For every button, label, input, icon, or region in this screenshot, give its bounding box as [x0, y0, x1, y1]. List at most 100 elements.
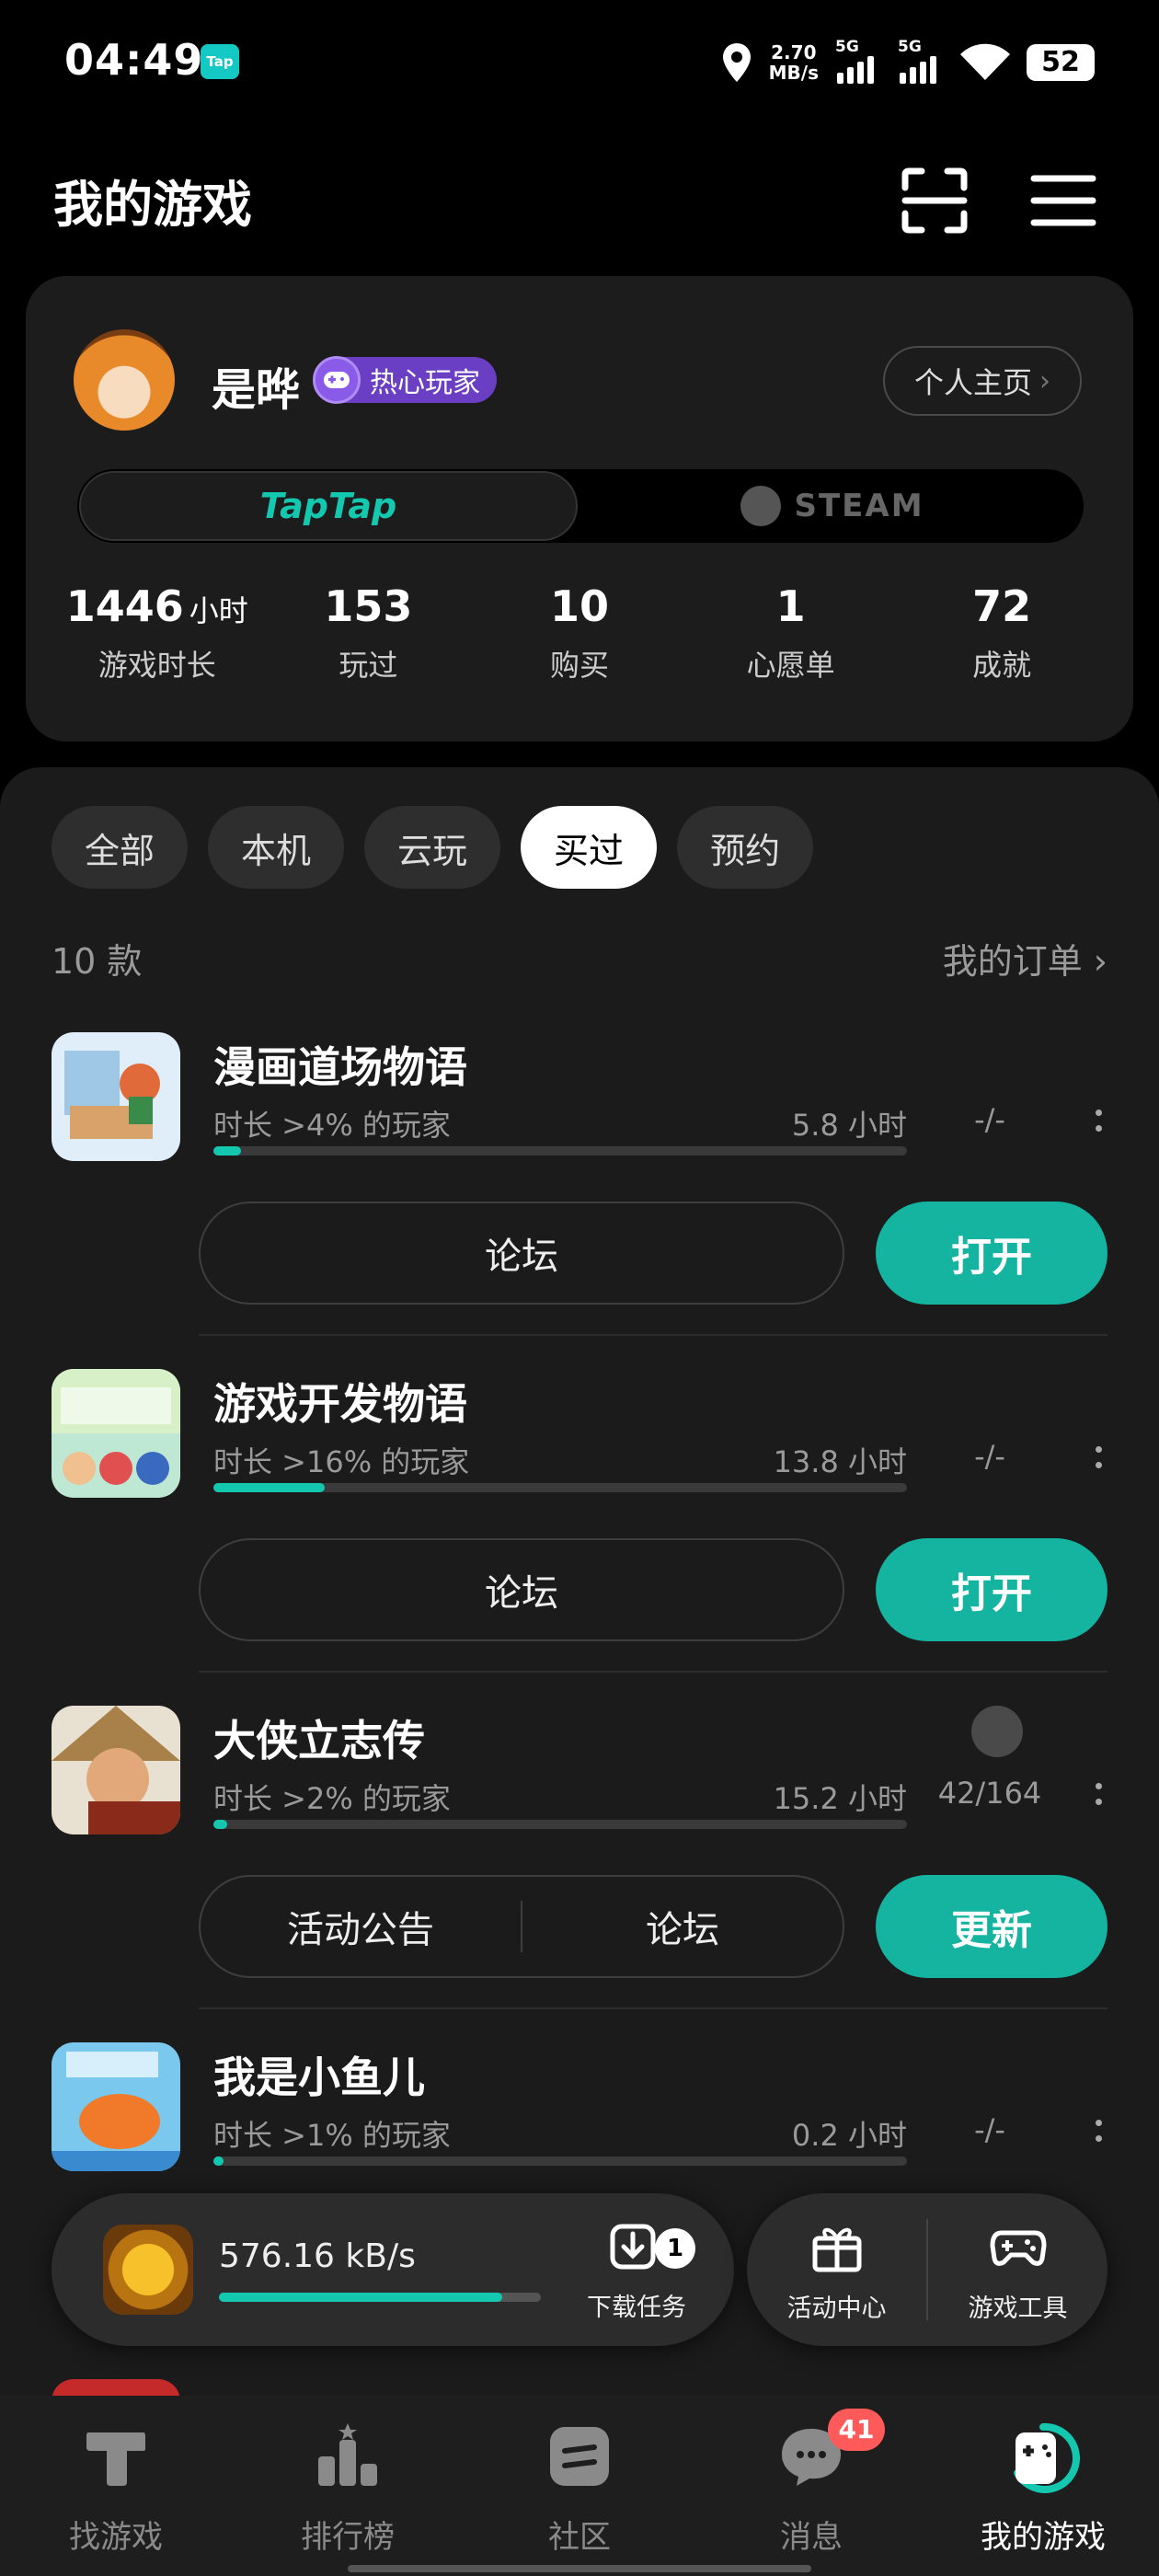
platform-tab-steam[interactable]: STEAM — [581, 469, 1084, 543]
secondary-actions: 活动公告 论坛 — [199, 1875, 844, 1978]
network-speed: 2.70 MB/s — [768, 41, 819, 84]
playtime-hours: 15.2 小时 — [773, 1781, 907, 1816]
achievement-count: -/- — [974, 1102, 1005, 1137]
menu-icon[interactable] — [1028, 166, 1098, 236]
platform-tab-taptap[interactable]: TapTap — [79, 471, 578, 541]
tools-floating-bar: 活动中心 游戏工具 — [747, 2193, 1107, 2346]
playtime-rank: 时长 >16% 的玩家 — [213, 1444, 470, 1479]
divider — [199, 2007, 1107, 2009]
downloading-game-icon — [103, 2225, 193, 2315]
playtime-progress-bar — [213, 2156, 907, 2166]
game-icon[interactable] — [52, 1369, 180, 1498]
user-level-badge[interactable]: 热心玩家 — [313, 356, 497, 404]
trophy-icon — [971, 1706, 1023, 1757]
game-title: 游戏开发物语 — [213, 1379, 467, 1429]
gamepad-icon — [990, 2230, 1046, 2266]
wifi-icon — [960, 43, 1010, 80]
platform-switch: TapTap STEAM — [77, 469, 1084, 543]
gift-icon — [812, 2227, 861, 2271]
avatar[interactable] — [74, 329, 175, 431]
profile-home-button[interactable]: 个人主页 › — [883, 346, 1082, 416]
achievement-count[interactable]: 42/164 — [925, 1776, 1054, 1811]
more-options-icon[interactable] — [1089, 1776, 1107, 1812]
profile-card: 是晔 热心玩家 个人主页 › TapTap STEAM 1446 小时 游戏时长 … — [26, 276, 1133, 742]
divider — [199, 1334, 1107, 1336]
nav-my-games[interactable]: 我的游戏 — [927, 2396, 1159, 2576]
stat-purchased[interactable]: 10 购买 — [474, 581, 685, 684]
game-icon[interactable] — [52, 2042, 180, 2171]
game-tools-button[interactable]: 游戏工具 — [928, 2216, 1107, 2324]
playtime-rank: 时长 >4% 的玩家 — [213, 1108, 451, 1143]
chevron-right-icon: › — [1039, 364, 1050, 397]
username: 是晔 — [212, 364, 301, 416]
filter-tabs: 全部 本机 云玩 买过 预约 — [52, 806, 814, 889]
stat-playtime[interactable]: 1446 小时 游戏时长 — [52, 581, 263, 684]
steam-logo-icon — [740, 486, 782, 526]
download-tasks-button[interactable]: 1 下载任务 — [563, 2215, 710, 2323]
achievement-count: -/- — [974, 2112, 1005, 2147]
stat-played[interactable]: 153 玩过 — [263, 581, 475, 684]
game-title: 我是小鱼儿 — [213, 2053, 425, 2102]
achievement-count: -/- — [974, 1439, 1005, 1474]
signal-5g-2-icon: 5G — [898, 38, 944, 84]
location-icon — [722, 43, 751, 82]
game-item[interactable]: 大侠立志传 时长 >2% 的玩家 15.2 小时 42/164 活动公告 论坛 … — [52, 1706, 1107, 2042]
playtime-progress-bar — [213, 1146, 907, 1156]
more-options-icon[interactable] — [1089, 1439, 1107, 1476]
message-count-badge: 41 — [828, 2409, 885, 2451]
stat-achievements[interactable]: 72 成就 — [896, 581, 1107, 684]
nav-messages[interactable]: 41 消息 — [695, 2396, 927, 2576]
divider — [199, 1671, 1107, 1673]
chevron-right-icon: › — [1093, 941, 1107, 982]
playtime-rank: 时长 >1% 的玩家 — [213, 2118, 451, 2153]
ranking-icon — [318, 2423, 377, 2486]
taptap-app-icon: Tap — [201, 44, 239, 79]
scan-icon[interactable] — [900, 166, 970, 236]
activity-center-button[interactable]: 活动中心 — [747, 2216, 926, 2324]
nav-ranking[interactable]: 排行榜 — [232, 2396, 464, 2576]
announcement-button[interactable]: 活动公告 — [201, 1900, 521, 1953]
filter-reserved[interactable]: 预约 — [677, 806, 814, 889]
nav-find-games[interactable]: 找游戏 — [0, 2396, 232, 2576]
filter-cloud[interactable]: 云玩 — [364, 806, 501, 889]
filter-all[interactable]: 全部 — [52, 806, 189, 889]
game-item[interactable]: 游戏开发物语 时长 >16% 的玩家 13.8 小时 -/- 论坛 打开 — [52, 1369, 1107, 1706]
open-button[interactable]: 打开 — [876, 1202, 1107, 1305]
playtime-progress-bar — [213, 1483, 907, 1492]
community-icon — [550, 2427, 609, 2486]
filter-local[interactable]: 本机 — [208, 806, 345, 889]
status-bar: 04:49 Tap 2.70 MB/s 5G 5G 52 — [0, 0, 1159, 129]
download-floating-bar[interactable]: 576.16 kB/s 1 下载任务 — [52, 2193, 734, 2346]
battery-indicator: 52 — [1027, 44, 1095, 81]
playtime-progress-bar — [213, 1820, 907, 1829]
more-options-icon[interactable] — [1089, 2112, 1107, 2149]
game-count: 10 款 — [52, 941, 143, 982]
signal-5g-1-icon: 5G — [835, 38, 881, 84]
game-item[interactable]: 漫画道场物语 时长 >4% 的玩家 5.8 小时 -/- 论坛 打开 — [52, 1032, 1107, 1369]
more-options-icon[interactable] — [1089, 1102, 1107, 1139]
game-icon[interactable] — [52, 1706, 180, 1834]
game-title: 大侠立志传 — [213, 1716, 425, 1765]
my-orders-link[interactable]: 我的订单 › — [943, 933, 1107, 983]
stat-wishlist[interactable]: 1 心愿单 — [685, 581, 897, 684]
tap-logo-icon — [86, 2432, 145, 2486]
playtime-rank: 时长 >2% 的玩家 — [213, 1781, 451, 1816]
playtime-hours: 13.8 小时 — [773, 1444, 907, 1479]
bottom-nav: 找游戏 排行榜 社区 41 消息 我的游戏 — [0, 2396, 1159, 2576]
open-button[interactable]: 打开 — [876, 1538, 1107, 1641]
playtime-hours: 5.8 小时 — [791, 1108, 907, 1143]
home-indicator[interactable] — [348, 2565, 811, 2572]
nav-community[interactable]: 社区 — [464, 2396, 695, 2576]
game-title: 漫画道场物语 — [213, 1042, 467, 1092]
download-speed: 576.16 kB/s — [219, 2237, 416, 2275]
my-games-icon — [1014, 2422, 1080, 2493]
playtime-hours: 0.2 小时 — [791, 2118, 907, 2153]
forum-button[interactable]: 论坛 — [199, 1202, 844, 1305]
status-time: 04:49 — [64, 35, 204, 85]
forum-button[interactable]: 论坛 — [199, 1538, 844, 1641]
filter-purchased[interactable]: 买过 — [521, 806, 658, 889]
game-icon[interactable] — [52, 1032, 180, 1161]
page-title: 我的游戏 — [53, 176, 252, 234]
update-button[interactable]: 更新 — [876, 1875, 1107, 1978]
forum-button[interactable]: 论坛 — [522, 1900, 843, 1953]
